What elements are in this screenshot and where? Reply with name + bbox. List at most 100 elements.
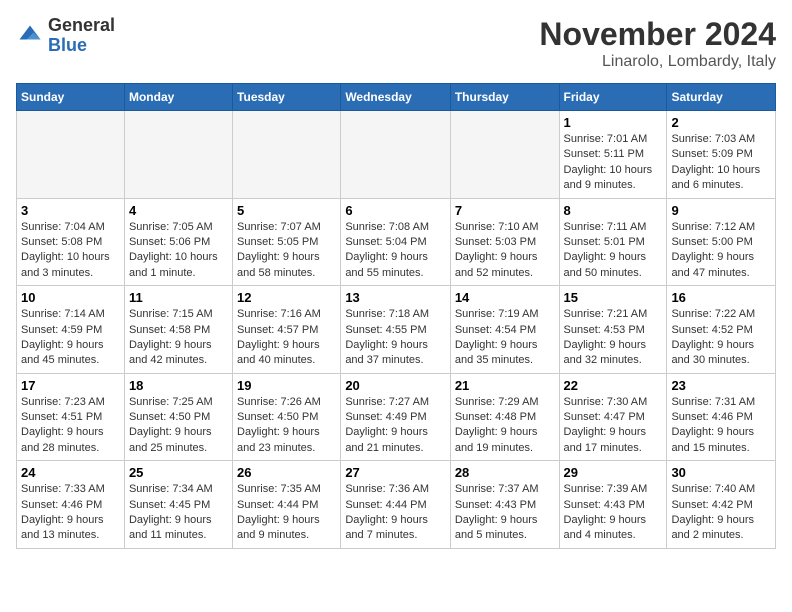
day-number: 30 [671, 465, 771, 480]
calendar-week-3: 10Sunrise: 7:14 AMSunset: 4:59 PMDayligh… [17, 286, 776, 374]
day-info: Sunrise: 7:39 AMSunset: 4:43 PMDaylight:… [564, 482, 663, 544]
month-title: November 2024 [539, 16, 776, 53]
calendar-cell: 1Sunrise: 7:01 AMSunset: 5:11 PMDaylight… [559, 111, 667, 199]
day-info: Sunrise: 7:25 AMSunset: 4:50 PMDaylight:… [129, 395, 228, 457]
day-info: Sunrise: 7:04 AMSunset: 5:08 PMDaylight:… [21, 220, 120, 282]
calendar-cell: 30Sunrise: 7:40 AMSunset: 4:42 PMDayligh… [667, 461, 776, 549]
day-info: Sunrise: 7:35 AMSunset: 4:44 PMDaylight:… [237, 482, 336, 544]
calendar-cell: 15Sunrise: 7:21 AMSunset: 4:53 PMDayligh… [559, 286, 667, 374]
weekday-header-monday: Monday [124, 84, 232, 111]
day-number: 24 [21, 465, 120, 480]
day-number: 26 [237, 465, 336, 480]
logo-icon [16, 22, 44, 50]
day-info: Sunrise: 7:29 AMSunset: 4:48 PMDaylight:… [455, 395, 555, 457]
weekday-header-tuesday: Tuesday [233, 84, 341, 111]
day-info: Sunrise: 7:18 AMSunset: 4:55 PMDaylight:… [345, 307, 446, 369]
day-number: 22 [564, 378, 663, 393]
header: General Blue November 2024 Linarolo, Lom… [16, 16, 776, 71]
day-number: 8 [564, 203, 663, 218]
day-info: Sunrise: 7:21 AMSunset: 4:53 PMDaylight:… [564, 307, 663, 369]
calendar-cell: 2 Sunrise: 7:03 AMSunset: 5:09 PMDaylight… [667, 111, 776, 199]
calendar-body: 1Sunrise: 7:01 AMSunset: 5:11 PMDaylight… [17, 111, 776, 549]
calendar-header: SundayMondayTuesdayWednesdayThursdayFrid… [17, 84, 776, 111]
day-number: 14 [455, 290, 555, 305]
day-number: 4 [129, 203, 228, 218]
weekday-header-friday: Friday [559, 84, 667, 111]
day-info: Sunrise: 7:07 AMSunset: 5:05 PMDaylight:… [237, 220, 336, 282]
weekday-row: SundayMondayTuesdayWednesdayThursdayFrid… [17, 84, 776, 111]
location-title: Linarolo, Lombardy, Italy [539, 53, 776, 71]
day-number: 17 [21, 378, 120, 393]
calendar-cell: 6 Sunrise: 7:08 AMSunset: 5:04 PMDaylight… [341, 198, 451, 286]
weekday-header-saturday: Saturday [667, 84, 776, 111]
day-info: Sunrise: 7:11 AMSunset: 5:01 PMDaylight:… [564, 220, 663, 282]
calendar-cell [341, 111, 451, 199]
day-info: Sunrise: 7:08 AMSunset: 5:04 PMDaylight:… [345, 220, 446, 282]
calendar-cell: 8 Sunrise: 7:11 AMSunset: 5:01 PMDaylight… [559, 198, 667, 286]
day-number: 13 [345, 290, 446, 305]
calendar-cell: 13 Sunrise: 7:18 AMSunset: 4:55 PMDayligh… [341, 286, 451, 374]
day-info: Sunrise: 7:30 AMSunset: 4:47 PMDaylight:… [564, 395, 663, 457]
calendar-cell: 9 Sunrise: 7:12 AMSunset: 5:00 PMDaylight… [667, 198, 776, 286]
day-info: Sunrise: 7:05 AMSunset: 5:06 PMDaylight:… [129, 220, 228, 282]
logo-text: General Blue [48, 16, 115, 56]
calendar-cell: 17 Sunrise: 7:23 AMSunset: 4:51 PMDayligh… [17, 373, 125, 461]
calendar-cell: 23Sunrise: 7:31 AMSunset: 4:46 PMDayligh… [667, 373, 776, 461]
day-number: 16 [671, 290, 771, 305]
logo-blue-text: Blue [48, 36, 115, 56]
day-info: Sunrise: 7:33 AMSunset: 4:46 PMDaylight:… [21, 482, 120, 544]
calendar-cell: 27Sunrise: 7:36 AMSunset: 4:44 PMDayligh… [341, 461, 451, 549]
day-number: 1 [564, 115, 663, 130]
calendar-cell: 20Sunrise: 7:27 AMSunset: 4:49 PMDayligh… [341, 373, 451, 461]
day-number: 3 [21, 203, 120, 218]
logo-general-text: General [48, 16, 115, 36]
calendar: SundayMondayTuesdayWednesdayThursdayFrid… [16, 83, 776, 549]
calendar-cell: 11 Sunrise: 7:15 AMSunset: 4:58 PMDayligh… [124, 286, 232, 374]
day-number: 6 [345, 203, 446, 218]
day-info: Sunrise: 7:14 AMSunset: 4:59 PMDaylight:… [21, 307, 120, 369]
calendar-cell [233, 111, 341, 199]
calendar-cell: 16 Sunrise: 7:22 AMSunset: 4:52 PMDayligh… [667, 286, 776, 374]
day-info: Sunrise: 7:22 AMSunset: 4:52 PMDaylight:… [671, 307, 771, 369]
day-info: Sunrise: 7:36 AMSunset: 4:44 PMDaylight:… [345, 482, 446, 544]
day-info: Sunrise: 7:23 AMSunset: 4:51 PMDaylight:… [21, 395, 120, 457]
calendar-cell: 7Sunrise: 7:10 AMSunset: 5:03 PMDaylight… [450, 198, 559, 286]
calendar-cell: 26 Sunrise: 7:35 AMSunset: 4:44 PMDayligh… [233, 461, 341, 549]
calendar-cell: 14 Sunrise: 7:19 AMSunset: 4:54 PMDayligh… [450, 286, 559, 374]
day-info: Sunrise: 7:19 AMSunset: 4:54 PMDaylight:… [455, 307, 555, 369]
calendar-cell: 4 Sunrise: 7:05 AMSunset: 5:06 PMDaylight… [124, 198, 232, 286]
day-info: Sunrise: 7:34 AMSunset: 4:45 PMDaylight:… [129, 482, 228, 544]
calendar-cell: 21 Sunrise: 7:29 AMSunset: 4:48 PMDayligh… [450, 373, 559, 461]
day-number: 2 [671, 115, 771, 130]
calendar-cell: 25 Sunrise: 7:34 AMSunset: 4:45 PMDayligh… [124, 461, 232, 549]
calendar-cell [17, 111, 125, 199]
day-number: 11 [129, 290, 228, 305]
day-number: 20 [345, 378, 446, 393]
day-number: 19 [237, 378, 336, 393]
day-number: 23 [671, 378, 771, 393]
day-info: Sunrise: 7:12 AMSunset: 5:00 PMDaylight:… [671, 220, 771, 282]
day-number: 25 [129, 465, 228, 480]
calendar-cell: 3 Sunrise: 7:04 AMSunset: 5:08 PMDaylight… [17, 198, 125, 286]
day-info: Sunrise: 7:03 AMSunset: 5:09 PMDaylight:… [671, 132, 771, 194]
day-number: 12 [237, 290, 336, 305]
day-number: 9 [671, 203, 771, 218]
day-info: Sunrise: 7:16 AMSunset: 4:57 PMDaylight:… [237, 307, 336, 369]
weekday-header-thursday: Thursday [450, 84, 559, 111]
day-info: Sunrise: 7:10 AMSunset: 5:03 PMDaylight:… [455, 220, 555, 282]
calendar-cell: 19Sunrise: 7:26 AMSunset: 4:50 PMDayligh… [233, 373, 341, 461]
calendar-cell: 10Sunrise: 7:14 AMSunset: 4:59 PMDayligh… [17, 286, 125, 374]
title-area: November 2024 Linarolo, Lombardy, Italy [539, 16, 776, 71]
day-number: 21 [455, 378, 555, 393]
calendar-week-1: 1Sunrise: 7:01 AMSunset: 5:11 PMDaylight… [17, 111, 776, 199]
logo: General Blue [16, 16, 115, 56]
calendar-cell: 28 Sunrise: 7:37 AMSunset: 4:43 PMDayligh… [450, 461, 559, 549]
calendar-cell: 29Sunrise: 7:39 AMSunset: 4:43 PMDayligh… [559, 461, 667, 549]
day-info: Sunrise: 7:37 AMSunset: 4:43 PMDaylight:… [455, 482, 555, 544]
calendar-cell: 22 Sunrise: 7:30 AMSunset: 4:47 PMDayligh… [559, 373, 667, 461]
day-info: Sunrise: 7:15 AMSunset: 4:58 PMDaylight:… [129, 307, 228, 369]
day-number: 5 [237, 203, 336, 218]
calendar-cell [124, 111, 232, 199]
day-number: 28 [455, 465, 555, 480]
calendar-cell [450, 111, 559, 199]
